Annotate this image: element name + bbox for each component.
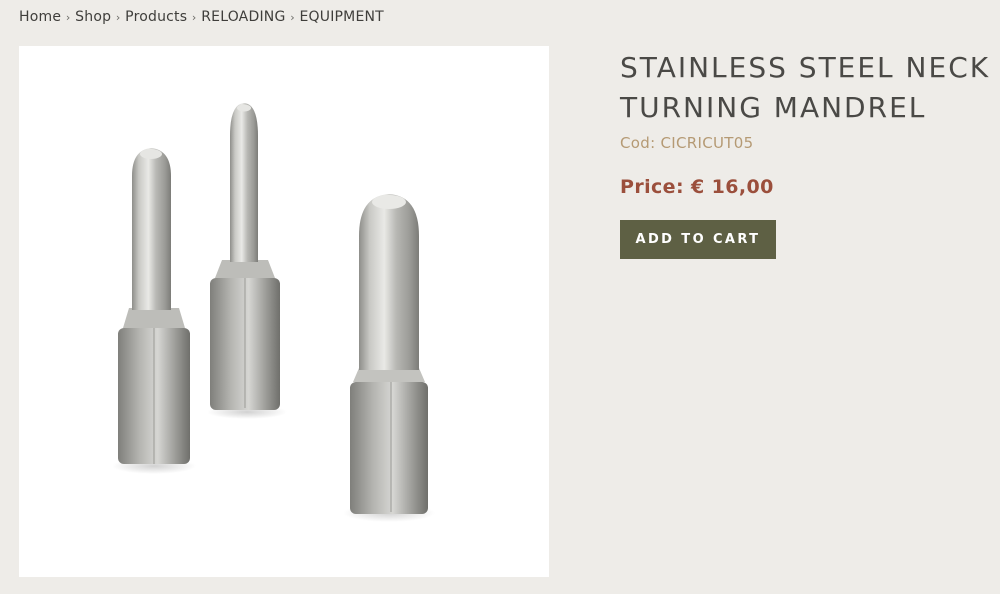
breadcrumb-separator: › xyxy=(65,10,71,24)
mandrel-left xyxy=(118,148,190,464)
product-title: STAINLESS STEEL NECK TURNING MANDREL xyxy=(620,48,995,128)
product-info: STAINLESS STEEL NECK TURNING MANDREL Cod… xyxy=(620,48,995,259)
mandrels-illustration xyxy=(112,103,435,522)
breadcrumb-products-link[interactable]: Products xyxy=(125,9,187,25)
product-code-value: CICRICUT05 xyxy=(660,134,754,152)
breadcrumb-reloading-link[interactable]: RELOADING xyxy=(201,9,285,25)
price-value: € 16,00 xyxy=(690,176,774,198)
product-price: Price: € 16,00 xyxy=(620,173,995,201)
product-title-line-2: TURNING MANDREL xyxy=(620,91,927,124)
mandrel-right xyxy=(350,194,428,514)
breadcrumb-shop-link[interactable]: Shop xyxy=(75,9,111,25)
price-label: Price: xyxy=(620,176,684,198)
add-to-cart-button[interactable]: ADD TO CART xyxy=(620,220,776,259)
breadcrumb-separator: › xyxy=(290,10,295,24)
breadcrumb-equipment-link[interactable]: EQUIPMENT xyxy=(300,9,384,25)
product-code-label: Cod: xyxy=(620,134,656,152)
breadcrumb: Home › Shop › Products › RELOADING › EQU… xyxy=(19,7,384,27)
breadcrumb-separator: › xyxy=(191,10,197,24)
product-title-line-1: STAINLESS STEEL NECK xyxy=(620,51,991,84)
mandrel-middle xyxy=(210,103,280,410)
breadcrumb-separator: › xyxy=(115,10,121,24)
product-image[interactable] xyxy=(19,46,549,577)
breadcrumb-home-link[interactable]: Home xyxy=(19,9,61,25)
product-code: Cod: CICRICUT05 xyxy=(620,132,995,154)
